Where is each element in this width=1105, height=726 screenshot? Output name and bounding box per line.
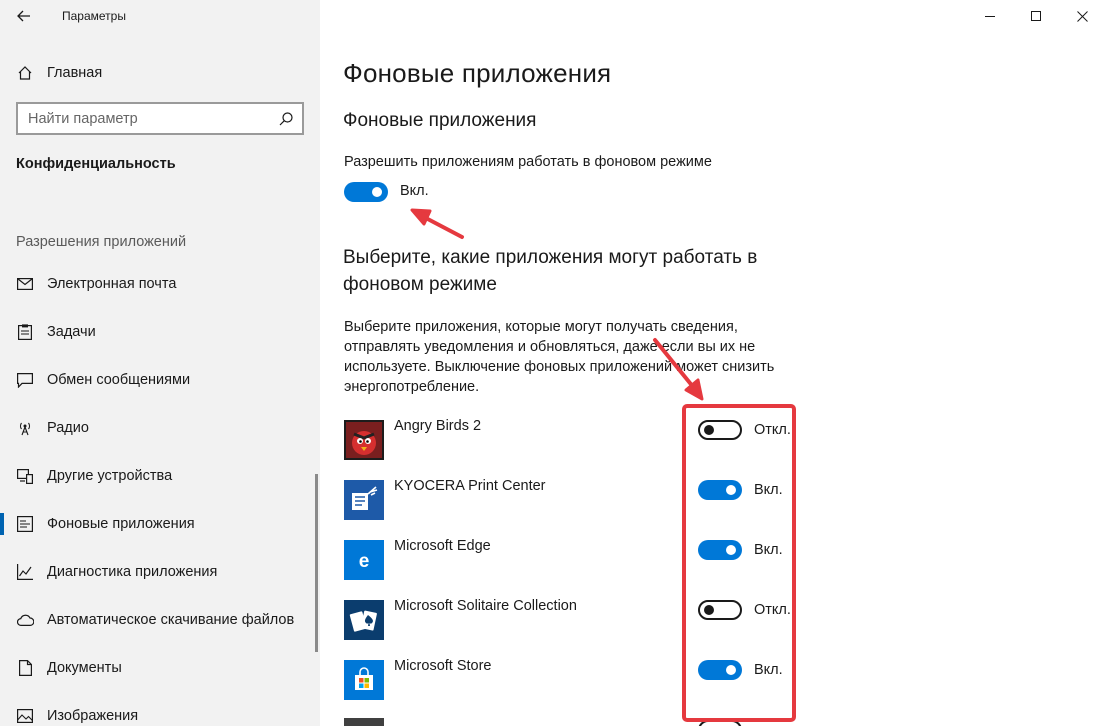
radio-icon bbox=[15, 418, 35, 438]
toggle-knob bbox=[726, 545, 736, 555]
app-toggle-kyocera[interactable] bbox=[698, 480, 742, 500]
solitaire-icon bbox=[344, 600, 384, 640]
sidebar: Параметры Главная Конфиденциальность Раз… bbox=[0, 0, 320, 726]
sidebar-item-radio[interactable]: Радио bbox=[0, 404, 316, 452]
allow-background-state: Вкл. bbox=[400, 183, 429, 199]
maximize-icon bbox=[1031, 11, 1041, 21]
allow-background-toggle[interactable] bbox=[344, 182, 388, 202]
app-name: Microsoft Edge bbox=[394, 538, 491, 554]
document-icon bbox=[15, 658, 35, 678]
window-controls bbox=[967, 0, 1105, 32]
sidebar-item-label: Радио bbox=[47, 420, 89, 436]
sidebar-item-messaging[interactable]: Обмен сообщениями bbox=[0, 356, 316, 404]
minimize-button[interactable] bbox=[967, 0, 1013, 32]
toggle-knob bbox=[726, 665, 736, 675]
section2-description: Выберите приложения, которые могут получ… bbox=[344, 319, 775, 395]
nav-home-label: Главная bbox=[47, 65, 103, 81]
kyocera-icon bbox=[344, 480, 384, 520]
tasks-icon bbox=[15, 322, 35, 342]
sidebar-item-label: Фоновые приложения bbox=[47, 516, 195, 532]
main-content: Фоновые приложения Фоновые приложения Ра… bbox=[320, 0, 1105, 726]
sidebar-item-app-diagnostics[interactable]: Диагностика приложения bbox=[0, 548, 316, 596]
close-icon bbox=[1076, 10, 1088, 22]
toggle-knob bbox=[704, 605, 714, 615]
edge-icon: e bbox=[344, 540, 384, 580]
sidebar-item-tasks[interactable]: Задачи bbox=[0, 308, 316, 356]
image-icon bbox=[15, 706, 35, 726]
messaging-icon bbox=[15, 370, 35, 390]
svg-text:e: e bbox=[359, 551, 370, 572]
titlebar-left: Параметры bbox=[0, 0, 320, 32]
app-toggle-state: Откл. bbox=[754, 602, 791, 618]
sidebar-item-documents[interactable]: Документы bbox=[0, 644, 316, 692]
back-arrow-icon bbox=[17, 10, 30, 22]
maximize-button[interactable] bbox=[1013, 0, 1059, 32]
toggle-knob bbox=[372, 187, 382, 197]
app-toggle-store[interactable] bbox=[698, 660, 742, 680]
sidebar-item-label: Документы bbox=[47, 660, 122, 676]
sidebar-item-mail[interactable]: Электронная почта bbox=[0, 260, 316, 308]
sidebar-item-auto-download[interactable]: Автоматическое скачивание файлов bbox=[0, 596, 316, 644]
sidebar-item-other-devices[interactable]: Другие устройства bbox=[0, 452, 316, 500]
sidebar-item-label: Автоматическое скачивание файлов bbox=[47, 612, 295, 628]
app-name: Microsoft Solitaire Collection bbox=[394, 598, 577, 614]
section2-title: Выберите, какие приложения могут работат… bbox=[343, 247, 758, 295]
app-toggle-angry-birds[interactable] bbox=[698, 420, 742, 440]
section-title: Конфиденциальность bbox=[16, 156, 176, 172]
app-toggle-state: Вкл. bbox=[754, 542, 783, 558]
search-input[interactable] bbox=[18, 110, 268, 127]
back-button[interactable] bbox=[10, 4, 38, 28]
nav-list: Электронная почта Задачи Обмен сообщения… bbox=[0, 260, 320, 726]
cloud-icon bbox=[15, 610, 35, 630]
section1-title: Фоновые приложения bbox=[343, 110, 537, 131]
app-toggle-solitaire[interactable] bbox=[698, 600, 742, 620]
sidebar-item-label: Диагностика приложения bbox=[47, 564, 218, 580]
group-label: Разрешения приложений bbox=[16, 234, 187, 250]
app-toggle-edge[interactable] bbox=[698, 540, 742, 560]
app-toggle-partial[interactable] bbox=[698, 720, 742, 726]
home-icon bbox=[15, 63, 35, 83]
minimize-icon bbox=[985, 16, 995, 17]
sidebar-item-label: Электронная почта bbox=[47, 276, 177, 292]
devices-icon bbox=[15, 466, 35, 486]
app-name: Angry Birds 2 bbox=[394, 418, 482, 434]
sidebar-item-label: Задачи bbox=[47, 324, 96, 340]
app-toggle-state: Вкл. bbox=[754, 482, 783, 498]
nav-home[interactable]: Главная bbox=[0, 56, 320, 90]
diagnostics-icon bbox=[15, 562, 35, 582]
search-icon[interactable] bbox=[278, 111, 294, 127]
angry-birds-icon bbox=[344, 420, 384, 460]
toggle-knob bbox=[726, 485, 736, 495]
background-apps-icon bbox=[15, 514, 35, 534]
mail-icon bbox=[15, 274, 35, 294]
page-title: Фоновые приложения bbox=[343, 58, 612, 88]
store-icon bbox=[344, 660, 384, 700]
sidebar-item-label: Обмен сообщениями bbox=[47, 372, 191, 388]
app-toggle-state: Вкл. bbox=[754, 662, 783, 678]
app-name: KYOCERA Print Center bbox=[394, 478, 546, 494]
app-name: Microsoft Store bbox=[394, 658, 492, 674]
toggle-knob bbox=[704, 425, 714, 435]
app-toggle-state: Откл. bbox=[754, 422, 791, 438]
sidebar-item-images[interactable]: Изображения bbox=[0, 692, 316, 726]
search-box[interactable] bbox=[16, 102, 304, 135]
sidebar-scrollbar[interactable] bbox=[315, 474, 318, 652]
sidebar-item-label: Другие устройства bbox=[47, 468, 173, 484]
close-button[interactable] bbox=[1059, 0, 1105, 32]
allow-background-label: Разрешить приложениям работать в фоновом… bbox=[344, 154, 712, 170]
app-title: Параметры bbox=[62, 9, 126, 23]
app-icon-partial bbox=[344, 718, 384, 726]
sidebar-item-label: Изображения bbox=[47, 708, 139, 724]
sidebar-item-background-apps[interactable]: Фоновые приложения bbox=[0, 500, 316, 548]
